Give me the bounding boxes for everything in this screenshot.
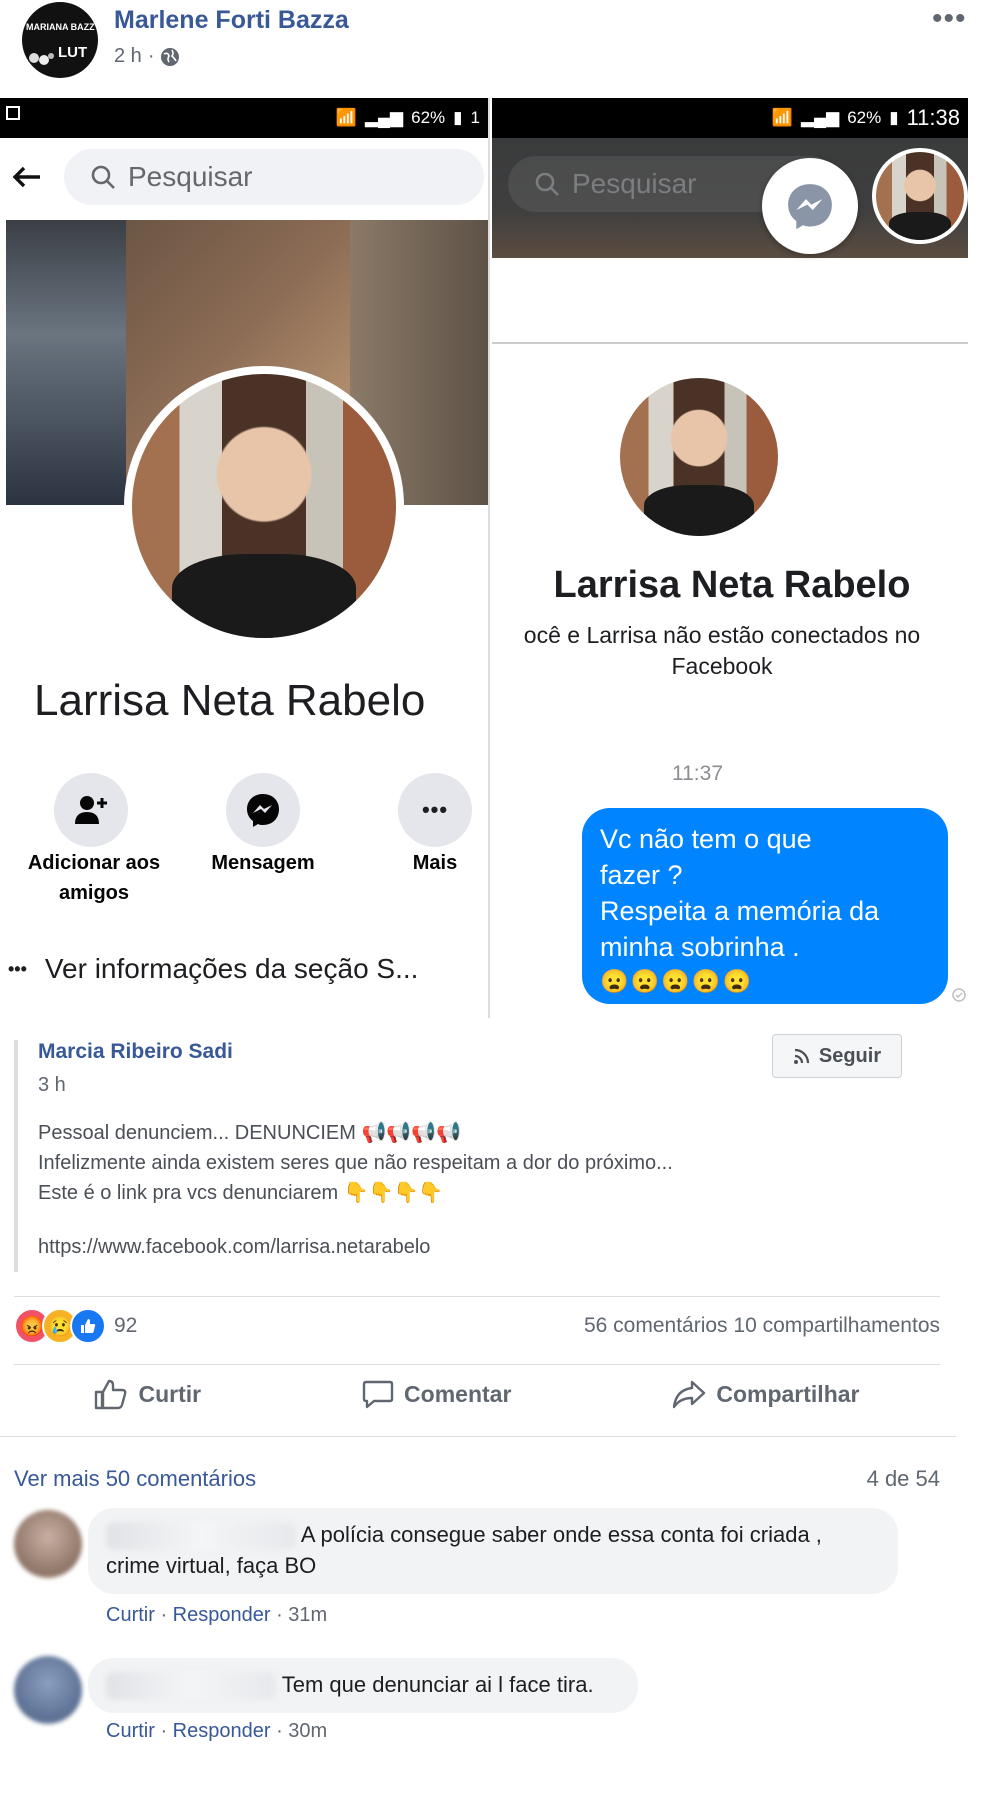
follow-label: Seguir xyxy=(818,1044,882,1067)
rss-icon xyxy=(793,1048,809,1064)
more-button[interactable]: ••• xyxy=(398,773,472,847)
battery-text: 62% xyxy=(411,108,446,127)
wifi-icon: 📶 xyxy=(771,108,793,127)
avatar-text-2: LUT xyxy=(58,44,88,61)
profile-photo-image xyxy=(620,378,778,536)
message-bubble: Vc não tem o que fazer ? Respeita a memó… xyxy=(582,808,948,1004)
more-horizontal-icon: ••• xyxy=(421,797,449,822)
share-count[interactable]: 10 compartilhamentos xyxy=(733,1314,940,1337)
follow-button[interactable]: Seguir xyxy=(772,1034,902,1078)
back-arrow-icon[interactable] xyxy=(12,165,42,189)
status-bar: 📶 ▂▄▆ 62% ▮ 11:38 xyxy=(492,98,968,138)
globe-icon xyxy=(161,47,180,66)
chat-head-avatar[interactable] xyxy=(872,148,968,244)
seen-icon xyxy=(952,988,966,1002)
not-connected-notice: ocê e Larrisa não estão conectados no Fa… xyxy=(523,622,921,680)
messenger-bubble[interactable] xyxy=(762,158,858,254)
signal-icon: ▂▄▆ xyxy=(800,108,840,127)
see-info-text: Ver informações da seção S... xyxy=(44,953,419,984)
reaction-count: 92 xyxy=(114,1314,138,1337)
share-icon xyxy=(673,1380,706,1409)
clock-text: 11:38 xyxy=(906,105,960,130)
more-options-icon[interactable]: ••• xyxy=(932,2,967,36)
like-button[interactable]: Curtir xyxy=(94,1378,201,1410)
shared-post-bar xyxy=(14,1040,18,1272)
post-time-text[interactable]: 2 h xyxy=(114,45,142,68)
comment-time[interactable]: 30m xyxy=(288,1720,327,1742)
screenshot-left: 📶 ▂▄▆ 62% ▮ 1 Pesquisar Larrisa Neta Rab… xyxy=(0,98,490,1018)
add-friend-label: Adicionar aos amigos xyxy=(27,852,161,904)
clock-text: 1 xyxy=(470,108,480,127)
messenger-icon xyxy=(788,184,832,230)
engagement-counts: 56 comentários 10 compartilhamentos xyxy=(584,1314,940,1338)
battery-text: 62% xyxy=(847,108,882,127)
comment-reply-link[interactable]: Responder xyxy=(173,1720,271,1742)
search-bar[interactable]: Pesquisar xyxy=(64,149,484,205)
view-more-comments-link[interactable]: Ver mais 50 comentários xyxy=(14,1466,256,1492)
messenger-icon xyxy=(247,794,279,827)
battery-icon: ▮ xyxy=(453,108,463,127)
comment-time[interactable]: 31m xyxy=(288,1604,327,1626)
screenshot-right: 📶 ▂▄▆ 62% ▮ 11:38 Pesquisar Larrisa Neta… xyxy=(492,98,968,1018)
divider xyxy=(14,1364,940,1365)
message-timestamp: 11:37 xyxy=(672,762,723,785)
search-placeholder: Pesquisar xyxy=(128,161,253,192)
profile-name: Larrisa Neta Rabelo xyxy=(553,564,911,606)
comment-bubble: Tem que denunciar ai l face tira. xyxy=(88,1658,638,1713)
comment-icon xyxy=(362,1380,394,1409)
shared-post-link[interactable]: https://www.facebook.com/larrisa.netarab… xyxy=(38,1236,430,1259)
comment-meta: Curtir · Responder · 30m xyxy=(106,1720,328,1742)
comment-like-link[interactable]: Curtir xyxy=(106,1604,155,1626)
shared-post-time[interactable]: 3 h xyxy=(38,1074,66,1097)
avatar-decoration xyxy=(29,53,54,65)
commenter-name-blurred[interactable] xyxy=(106,1672,276,1701)
wifi-icon: 📶 xyxy=(335,108,357,127)
profile-photo xyxy=(620,378,778,536)
add-friend-icon xyxy=(75,796,107,824)
commenter-avatar[interactable] xyxy=(14,1510,82,1578)
like-icon xyxy=(70,1308,106,1344)
add-friend-button[interactable] xyxy=(54,773,128,847)
message-label: Mensagem xyxy=(211,852,315,874)
author-avatar[interactable]: MARIANA BAZZ LUT xyxy=(22,2,98,78)
profile-photo xyxy=(124,366,404,646)
commenter-name-blurred[interactable] xyxy=(106,1522,296,1551)
reactions-summary[interactable]: 😡 😢 92 xyxy=(14,1308,137,1344)
comment-bubble: A polícia consegue saber onde essa conta… xyxy=(88,1508,898,1594)
see-info-link[interactable]: ••• Ver informações da seção S... xyxy=(8,953,418,985)
commenter-avatar[interactable] xyxy=(14,1656,82,1724)
post-actions: Curtir Comentar Compartilhar xyxy=(14,1378,940,1410)
status-bar: 📶 ▂▄▆ 62% ▮ 1 xyxy=(0,98,488,138)
battery-icon: ▮ xyxy=(889,108,899,127)
comment-meta: Curtir · Responder · 31m xyxy=(106,1604,328,1626)
comment-reply-link[interactable]: Responder xyxy=(173,1604,271,1626)
profile-name: Larrisa Neta Rabelo xyxy=(34,676,426,725)
comment-like-link[interactable]: Curtir xyxy=(106,1720,155,1742)
more-label: Mais xyxy=(412,852,458,874)
profile-photo-image xyxy=(132,374,396,638)
thumbs-up-icon xyxy=(95,1379,127,1410)
share-button[interactable]: Compartilhar xyxy=(672,1378,860,1410)
comment-pagination: 4 de 54 xyxy=(866,1466,940,1491)
divider xyxy=(492,342,968,344)
gallery-icon xyxy=(6,106,20,120)
more-horizontal-icon: ••• xyxy=(8,958,27,979)
message-button[interactable] xyxy=(226,773,300,847)
divider xyxy=(0,1436,956,1437)
divider xyxy=(14,1296,940,1297)
search-icon xyxy=(535,172,559,196)
shared-post-text: Pessoal denunciem... DENUNCIEM 📢📢📢📢 Infe… xyxy=(38,1122,673,1204)
comment-count[interactable]: 56 comentários xyxy=(584,1314,728,1337)
message-emojis: 😦😦😦😦😦 xyxy=(600,967,754,994)
comment-button[interactable]: Comentar xyxy=(362,1378,511,1410)
search-icon xyxy=(91,165,115,189)
post-timestamp: 2 h · xyxy=(114,45,180,68)
avatar-text: MARIANA BAZZ xyxy=(26,22,95,32)
search-placeholder: Pesquisar xyxy=(572,168,697,199)
post-author-name[interactable]: Marlene Forti Bazza xyxy=(114,6,349,35)
signal-icon: ▂▄▆ xyxy=(364,108,404,127)
shared-post-author[interactable]: Marcia Ribeiro Sadi xyxy=(38,1040,233,1064)
